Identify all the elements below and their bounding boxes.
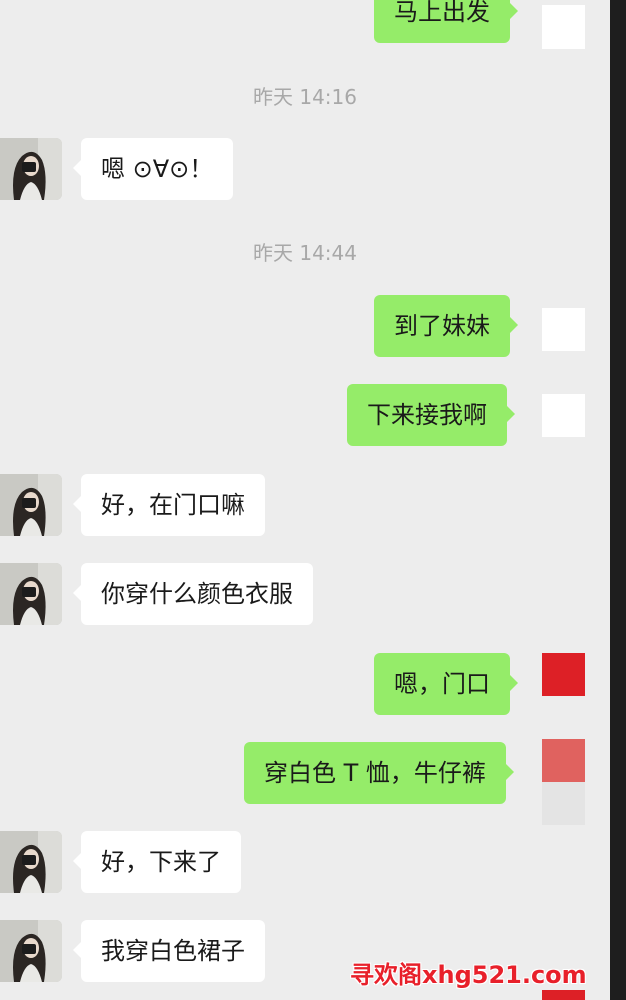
message-bubble-incoming[interactable]: 嗯 ⊙∀⊙！ — [72, 138, 234, 200]
message-bubble-outgoing[interactable]: 到了妹妹 — [374, 295, 518, 357]
message-bubble-incoming[interactable]: 好，在门口嘛 — [73, 474, 265, 536]
self-avatar[interactable] — [542, 394, 585, 437]
watermark: 寻欢阁xhg521.com — [350, 961, 587, 989]
contact-avatar[interactable] — [0, 920, 62, 982]
self-avatar[interactable] — [542, 5, 585, 49]
self-avatar-shadow — [542, 782, 585, 825]
contact-avatar[interactable] — [0, 831, 62, 893]
contact-avatar[interactable] — [0, 138, 62, 200]
message-bubble-incoming[interactable]: 我穿白色裙子 — [73, 920, 265, 982]
message-bubble-incoming[interactable]: 你穿什么颜色衣服 — [73, 563, 313, 625]
message-bubble-outgoing[interactable]: 嗯，门口 — [374, 653, 518, 715]
message-bubble-outgoing[interactable]: 马上出发 — [374, 0, 518, 43]
chat-window[interactable]: 马上出发 昨天 14:16 嗯 ⊙∀⊙！ 昨天 14:44 到了妹妹 下来接我啊… — [0, 0, 610, 1000]
screen-edge — [610, 0, 626, 1000]
self-avatar-partial — [542, 990, 585, 1000]
self-avatar[interactable] — [542, 308, 585, 351]
timestamp: 昨天 14:44 — [253, 241, 357, 265]
message-bubble-outgoing[interactable]: 下来接我啊 — [347, 384, 515, 446]
contact-avatar[interactable] — [0, 474, 62, 536]
message-bubble-incoming[interactable]: 好，下来了 — [73, 831, 241, 893]
timestamp: 昨天 14:16 — [253, 85, 357, 109]
contact-avatar[interactable] — [0, 563, 62, 625]
message-bubble-outgoing[interactable]: 穿白色 T 恤，牛仔裤 — [244, 742, 514, 804]
self-avatar[interactable] — [542, 653, 585, 696]
self-avatar[interactable] — [542, 739, 585, 782]
